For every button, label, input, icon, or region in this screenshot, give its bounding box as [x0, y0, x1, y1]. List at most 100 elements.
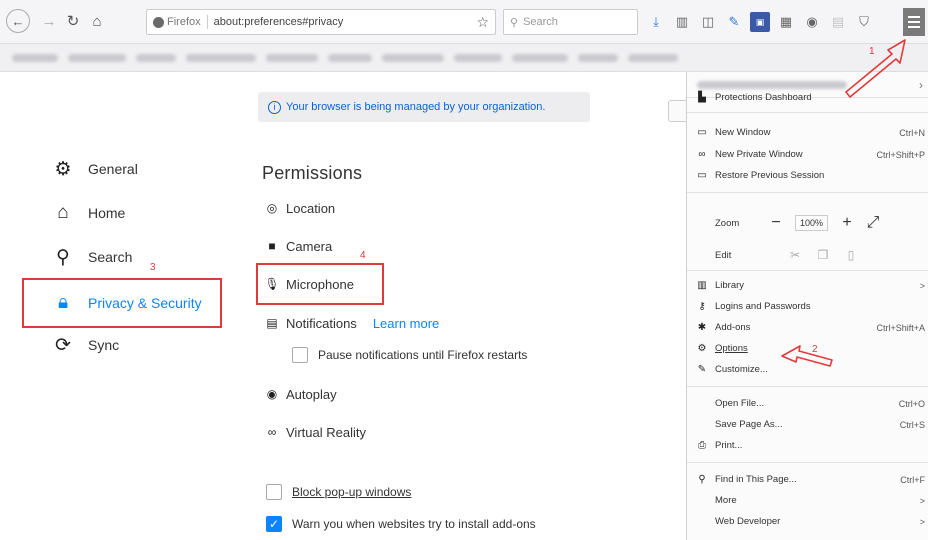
bookmark-item[interactable]: [12, 53, 58, 62]
menu-open-file[interactable]: Open File... Ctrl+O: [715, 398, 925, 409]
menu-label: Find in This Page...: [715, 474, 797, 485]
menu-shortcut: >: [919, 280, 925, 291]
menu-customize[interactable]: ✎ Customize...: [695, 364, 925, 375]
url-prefix: Firefox: [167, 16, 201, 28]
permission-location[interactable]: ◎ Location: [264, 200, 335, 216]
copy-icon[interactable]: ❐: [809, 248, 837, 262]
home-button[interactable]: ⌂: [86, 10, 108, 32]
sidebar-item-home[interactable]: ⌂ Home: [52, 202, 125, 224]
grid-icon[interactable]: ▦: [776, 12, 796, 32]
block-popups-row[interactable]: Block pop-up windows: [266, 484, 411, 500]
menu-library[interactable]: ▥ Library >: [695, 280, 925, 291]
url-text[interactable]: about:preferences#privacy: [214, 16, 344, 28]
bookmark-item[interactable]: [186, 53, 256, 62]
home-icon: ⌂: [57, 202, 69, 223]
menu-separator: [687, 192, 928, 193]
annotation-box-microphone: [256, 263, 384, 305]
bookmark-item[interactable]: [328, 53, 372, 62]
chevron-right-icon: ›: [919, 77, 923, 92]
warn-addons-checkbox[interactable]: ✓: [266, 516, 282, 532]
toolbar-icons: ⤓ ▥ ◫ ✎ ▣ ▦ ◉ ▤ ⛉: [646, 9, 874, 35]
bookmark-item[interactable]: [628, 53, 678, 62]
sidebar-item-sync[interactable]: ⟳ Sync: [52, 334, 119, 356]
bookmark-item[interactable]: [578, 53, 618, 62]
zoom-in-button[interactable]: +: [834, 214, 860, 232]
permission-label: Camera: [286, 238, 333, 254]
menu-find[interactable]: ⚲ Find in This Page... Ctrl+F: [695, 474, 925, 485]
menu-web-developer[interactable]: Web Developer >: [715, 516, 925, 527]
pen-icon[interactable]: ✎: [724, 12, 744, 32]
download-icon[interactable]: ⤓: [646, 12, 666, 32]
bookmark-item[interactable]: [266, 53, 318, 62]
paste-icon[interactable]: ▯: [837, 248, 865, 262]
zoom-reset-button[interactable]: 100%: [795, 215, 829, 231]
menu-options[interactable]: ⚙ Options: [695, 343, 925, 354]
menu-label: Options: [715, 343, 748, 354]
menu-shortcut: Ctrl+Shift+P: [876, 149, 925, 160]
learn-more-link[interactable]: Learn more: [373, 316, 439, 331]
search-input[interactable]: ⚲ Search: [503, 9, 638, 35]
url-bar[interactable]: Firefox about:preferences#privacy ☆: [146, 9, 496, 35]
back-button[interactable]: ←: [6, 9, 30, 33]
menu-restore-session[interactable]: ▭ Restore Previous Session: [695, 170, 925, 181]
grey-ext-icon[interactable]: ▤: [828, 12, 848, 32]
hamburger-line: [908, 26, 920, 28]
permission-autoplay[interactable]: ◉ Autoplay: [264, 386, 337, 402]
shield-icon[interactable]: ⛉: [854, 12, 874, 32]
cut-icon[interactable]: ✂: [781, 248, 809, 262]
bookmark-item[interactable]: [68, 53, 126, 62]
warn-addons-row[interactable]: ✓ Warn you when websites try to install …: [266, 516, 536, 532]
pause-notifications-row[interactable]: Pause notifications until Firefox restar…: [292, 347, 527, 363]
bookmark-item[interactable]: [454, 53, 502, 62]
identity-box[interactable]: Firefox: [153, 16, 201, 28]
fullscreen-button[interactable]: ⤢: [860, 214, 886, 232]
menu-separator: [687, 462, 928, 463]
bookmark-item[interactable]: [512, 53, 568, 62]
zoom-out-button[interactable]: −: [763, 214, 789, 232]
search-placeholder: Search: [523, 16, 558, 28]
sidebar-item-general[interactable]: ⚙ General: [52, 158, 137, 180]
extension-icon[interactable]: ▣: [750, 12, 770, 32]
menu-protections-dashboard[interactable]: ▙ Protections Dashboard: [695, 92, 925, 103]
permissions-heading: Permissions: [262, 163, 363, 183]
menu-addons[interactable]: ✱ Add-ons Ctrl+Shift+A: [695, 322, 925, 333]
autoplay-icon: ◉: [266, 387, 278, 401]
sidebar-item-search[interactable]: ⚲ Search: [52, 246, 132, 268]
library-icon[interactable]: ▥: [672, 12, 692, 32]
menu-save-page[interactable]: Save Page As... Ctrl+S: [715, 419, 925, 430]
notice-text: Your browser is being managed by your or…: [286, 101, 546, 113]
star-icon[interactable]: ☆: [476, 14, 489, 31]
menu-more[interactable]: More >: [715, 495, 925, 506]
menu-new-window[interactable]: ▭ New Window Ctrl+N: [695, 127, 925, 138]
circle-icon[interactable]: ◉: [802, 12, 822, 32]
policies-notice[interactable]: i Your browser is being managed by your …: [258, 92, 590, 122]
find-in-options-input[interactable]: [668, 100, 686, 122]
browser-toolbar: ← → ↻ ⌂ Firefox about:preferences#privac…: [0, 0, 928, 44]
pause-notifications-checkbox[interactable]: [292, 347, 308, 363]
forward-button[interactable]: →: [38, 10, 60, 32]
vr-icon: ∞: [267, 425, 277, 439]
annotation-label-1: 1: [869, 46, 875, 57]
bookmark-item[interactable]: [136, 53, 176, 62]
arrow-left-icon: ←: [11, 13, 25, 29]
menu-label: New Window: [715, 127, 771, 138]
open-menu-button[interactable]: [903, 8, 925, 36]
menu-label: Restore Previous Session: [715, 170, 825, 181]
permission-vr[interactable]: ∞ Virtual Reality: [264, 424, 366, 440]
hamburger-icon: [908, 16, 920, 18]
block-popups-checkbox[interactable]: [266, 484, 282, 500]
gear-icon: ⚙: [54, 158, 72, 180]
permission-notifications[interactable]: ▤ Notifications Learn more: [264, 315, 439, 331]
annotation-label-2: 2: [812, 344, 818, 355]
menu-new-private-window[interactable]: ∞ New Private Window Ctrl+Shift+P: [695, 149, 925, 160]
menu-label: Print...: [715, 440, 743, 451]
key-icon: ⚷: [698, 301, 706, 312]
bookmarks-toolbar: [0, 44, 928, 72]
menu-shortcut: Ctrl+O: [898, 398, 925, 409]
menu-logins[interactable]: ⚷ Logins and Passwords: [695, 301, 925, 312]
reload-button[interactable]: ↻: [62, 10, 84, 32]
menu-print[interactable]: ⎙ Print...: [695, 440, 925, 451]
bookmark-item[interactable]: [382, 53, 444, 62]
sidebar-icon[interactable]: ◫: [698, 12, 718, 32]
permission-camera[interactable]: ■ Camera: [264, 238, 332, 254]
